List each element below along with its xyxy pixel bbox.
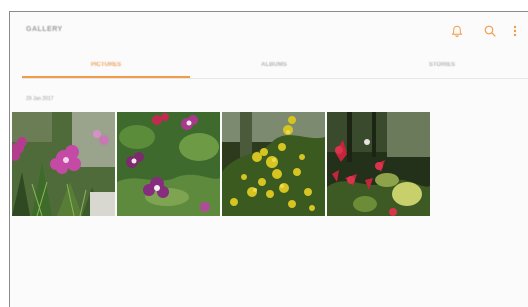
tab-stories[interactable]: STORIES [358, 52, 526, 78]
photo-thumbnail[interactable] [12, 112, 115, 216]
tab-albums[interactable]: ALBUMS [190, 52, 358, 78]
more-vert-icon[interactable] [511, 24, 519, 38]
photo-thumbnail[interactable] [117, 112, 220, 216]
search-icon[interactable] [483, 24, 497, 38]
app-title: GALLERY [26, 26, 63, 33]
active-tab-indicator [22, 76, 190, 78]
bell-icon[interactable] [450, 24, 464, 38]
photo-thumbnail[interactable] [327, 112, 430, 216]
pink-flowers-photo [12, 112, 115, 216]
tab-bar: PICTURES ALBUMS STORIES [22, 52, 528, 79]
date-group-label: 29 Jan 2017 [26, 96, 54, 102]
app-header: GALLERY [10, 12, 528, 52]
gallery-window: GALLERY PICTURES ALBUMS STORIES 29 Jan 2… [9, 11, 528, 307]
photo-grid [12, 112, 430, 216]
columbine-flowers-photo [117, 112, 220, 216]
red-flowers-photo [327, 112, 430, 216]
photo-thumbnail[interactable] [222, 112, 325, 216]
yellow-flowering-shrub-photo [222, 112, 325, 216]
tab-pictures[interactable]: PICTURES [22, 52, 190, 78]
